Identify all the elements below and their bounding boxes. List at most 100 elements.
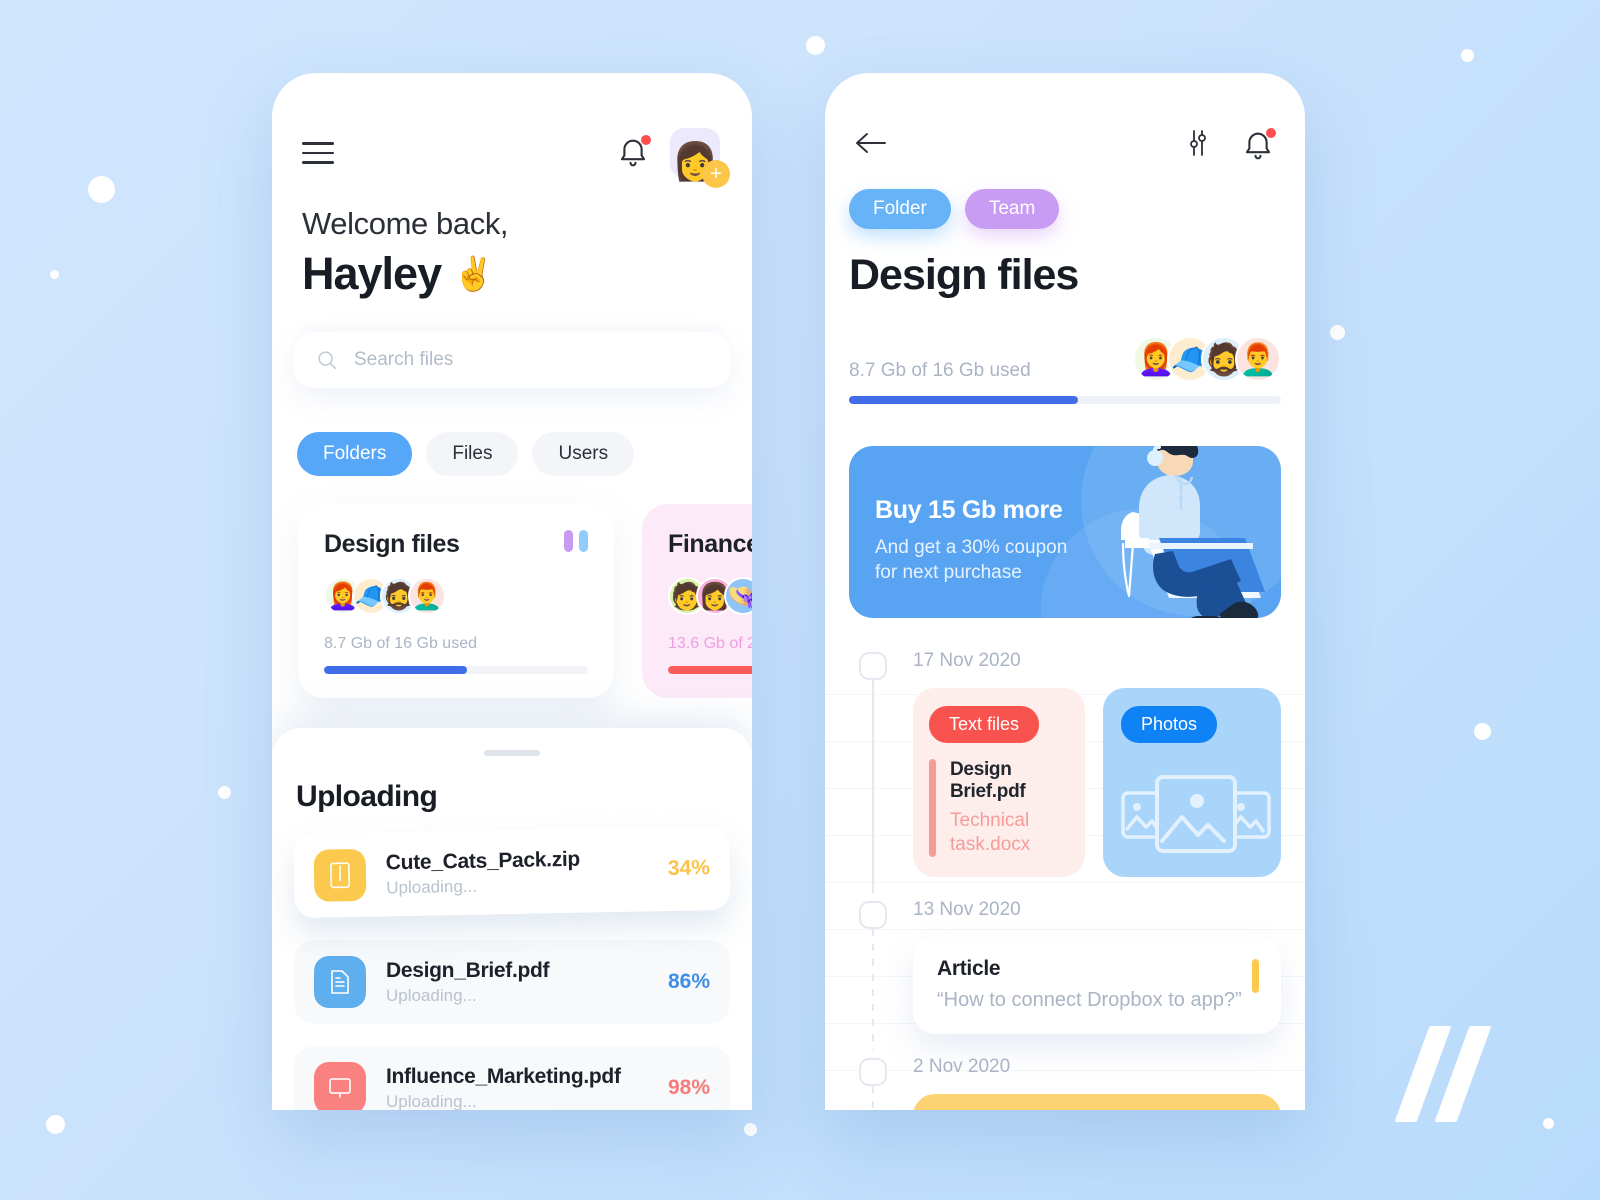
search-files-field[interactable]: Search files xyxy=(294,332,730,388)
folder-usage-text: 8.7 Gb of 16 Gb used xyxy=(324,635,477,652)
upload-item[interactable]: Influence_Marketing.pdf Uploading... 98% xyxy=(294,1046,730,1110)
bg-dot xyxy=(1543,1118,1554,1129)
home-header: 👩 + xyxy=(272,73,752,188)
folder-card-design-files[interactable]: Design files 👩‍🦰 🧢 🧔 👨‍🦰 8.7 Gb of 16 Gb… xyxy=(298,504,614,698)
presentation-file-icon xyxy=(314,1062,366,1110)
back-button[interactable] xyxy=(855,131,889,160)
welcome-block: Welcome back, Hayley ✌️ xyxy=(272,178,752,300)
upload-file-status: Uploading... xyxy=(386,1091,477,1111)
timeline-connector xyxy=(872,928,874,1050)
storage-usage-text: 8.7 Gb of 16 Gb used xyxy=(849,360,1031,381)
hamburger-menu-icon[interactable] xyxy=(302,142,334,164)
bg-dot xyxy=(1474,723,1491,740)
tag-photos: Photos xyxy=(1121,706,1218,743)
upload-item[interactable]: Design_Brief.pdf Uploading... 86% xyxy=(294,940,730,1024)
upload-file-name: Design_Brief.pdf xyxy=(386,958,550,982)
member-avatar: 👨‍🦰 xyxy=(1235,336,1281,382)
user-avatar[interactable]: 👩 + xyxy=(670,128,730,188)
folder-card-title: Design files xyxy=(324,530,460,558)
timeline-connector xyxy=(872,1085,874,1110)
user-name: Hayley xyxy=(302,248,442,299)
timeline-entry: 13 Nov 2020 Article “How to connect Drop… xyxy=(849,898,1281,1050)
card-accent-stripe xyxy=(1252,958,1259,993)
bg-dot xyxy=(1461,49,1474,62)
notification-badge xyxy=(1266,127,1276,138)
notification-badge xyxy=(641,135,651,145)
folder-usage-bar xyxy=(668,666,752,674)
folder-members: 👩‍🦰 🧢 🧔 👨‍🦰 xyxy=(324,577,588,615)
add-user-button[interactable]: + xyxy=(702,160,730,188)
folder-card-title: Finance xyxy=(668,530,752,558)
folder-members: 🧑 👩 👒 👱‍♀️ xyxy=(668,577,752,615)
search-icon xyxy=(318,351,337,370)
bg-dot xyxy=(88,176,115,203)
timeline-connector xyxy=(872,680,874,893)
team-members[interactable]: 👩‍🦰 🧢 🧔 👨‍🦰 xyxy=(1133,336,1281,382)
man-with-laptop-illustration xyxy=(1121,446,1265,618)
timeline-node xyxy=(859,1057,887,1086)
timeline-date: 17 Nov 2020 xyxy=(913,650,1021,671)
peace-hand-emoji: ✌️ xyxy=(453,254,494,292)
brand-logo xyxy=(1394,1026,1504,1122)
storage-usage-row: 8.7 Gb of 16 Gb used 👩‍🦰 🧢 🧔 👨‍🦰 xyxy=(825,300,1305,382)
timeline-date: 13 Nov 2020 xyxy=(913,898,1021,920)
upload-item[interactable]: Cute_Cats_Pack.zip Uploading... 34% xyxy=(293,825,731,919)
timeline-card-folder[interactable]: Folder 👒 🧑 🧔 xyxy=(913,1093,1281,1110)
tab-files[interactable]: Files xyxy=(426,432,519,476)
phone-screen-home: 👩 + Welcome back, Hayley ✌️ Search files… xyxy=(272,73,752,1110)
timeline-file-primary: Design Brief.pdf xyxy=(950,759,1026,802)
zip-file-icon xyxy=(313,848,367,902)
tab-folders[interactable]: Folders xyxy=(297,432,413,476)
tab-users[interactable]: Users xyxy=(532,432,635,476)
bg-dot xyxy=(50,270,59,279)
bg-dot xyxy=(806,36,825,55)
upload-file-status: Uploading... xyxy=(386,985,477,1005)
upload-file-percent: 98% xyxy=(667,1076,710,1099)
phone-screen-folder-detail: Folder Team Design files 8.7 Gb of 16 Gb… xyxy=(825,73,1305,1110)
upload-file-status: Uploading... xyxy=(386,876,478,897)
promo-banner-buy-storage[interactable]: Buy 15 Gb more And get a 30% coupon for … xyxy=(849,446,1281,618)
timeline-entry: 17 Nov 2020 Text files Design Brief.pdf … xyxy=(849,650,1281,893)
timeline-node xyxy=(859,900,887,929)
bg-dot xyxy=(744,1123,757,1136)
member-avatar: 👨‍🦰 xyxy=(408,577,446,615)
sheet-drag-handle[interactable] xyxy=(484,750,540,756)
activity-timeline: 17 Nov 2020 Text files Design Brief.pdf … xyxy=(825,618,1305,1110)
notifications-bell-button[interactable] xyxy=(618,135,651,169)
detail-header xyxy=(825,73,1305,163)
timeline-file-secondary: Technical task.docx xyxy=(950,810,1031,855)
bg-dot xyxy=(1330,325,1345,340)
bg-dot xyxy=(218,786,231,799)
timeline-card-text-files[interactable]: Text files Design Brief.pdf Technical ta… xyxy=(913,688,1085,877)
folder-usage-bar xyxy=(324,666,588,674)
storage-usage-bar xyxy=(849,396,1281,404)
photos-stack-icon xyxy=(1121,774,1271,853)
folder-cards-carousel[interactable]: Design files 👩‍🦰 🧢 🧔 👨‍🦰 8.7 Gb of 16 Gb… xyxy=(272,476,752,698)
filter-settings-button[interactable] xyxy=(1183,128,1213,163)
bg-dot xyxy=(46,1115,65,1134)
timeline-date: 2 Nov 2020 xyxy=(913,1055,1011,1077)
tag-text-files: Text files xyxy=(929,706,1040,743)
search-placeholder: Search files xyxy=(354,349,454,370)
timeline-card-photos[interactable]: Photos xyxy=(1103,688,1281,877)
filter-tabs: Folders Files Users xyxy=(272,388,752,476)
uploading-title: Uploading xyxy=(296,780,438,813)
chip-folder[interactable]: Folder xyxy=(849,189,951,229)
timeline-card-article[interactable]: Article “How to connect Dropbox to app?” xyxy=(913,936,1281,1034)
upload-file-name: Influence_Marketing.pdf xyxy=(386,1064,621,1088)
timeline-entry: 2 Nov 2020 Folder 👒 🧑 🧔 xyxy=(849,1055,1281,1110)
arrow-left-icon xyxy=(856,133,886,153)
sliders-icon xyxy=(1190,130,1206,156)
folder-indicator-pills xyxy=(564,530,588,552)
article-title: Article xyxy=(937,956,1001,980)
folder-card-finance[interactable]: Finance 🧑 👩 👒 👱‍♀️ 13.6 Gb of 20 xyxy=(642,504,752,698)
page-title: Design files xyxy=(849,251,1079,299)
category-chips: Folder Team xyxy=(825,163,1305,229)
article-subtitle: “How to connect Dropbox to app?” xyxy=(937,988,1242,1011)
upload-file-percent: 86% xyxy=(667,970,710,993)
notifications-bell-button[interactable] xyxy=(1243,127,1276,162)
uploading-sheet: Uploading Cute_Cats_Pack.zip Uploading..… xyxy=(272,728,752,1110)
chip-team[interactable]: Team xyxy=(964,189,1060,229)
timeline-node xyxy=(859,652,887,680)
document-file-icon xyxy=(314,956,366,1008)
